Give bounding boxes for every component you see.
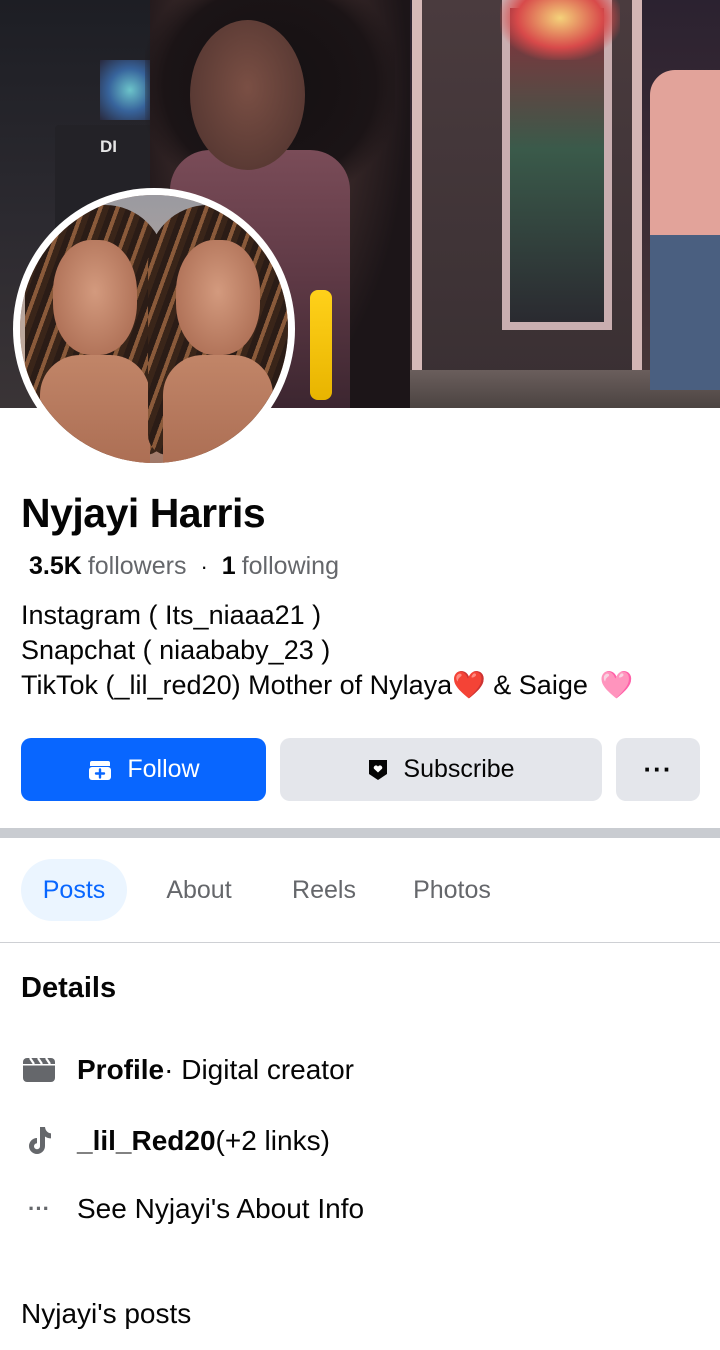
see-about-info-label[interactable]: See Nyjayi's About Info: [77, 1193, 364, 1225]
add-friend-icon: [87, 758, 113, 782]
posts-heading: Nyjayi's posts: [21, 1298, 192, 1329]
red-heart-emoji: ❤️: [452, 670, 486, 700]
more-dots-icon: ···: [643, 754, 673, 784]
tiktok-handle[interactable]: _lil_Red20: [77, 1125, 216, 1157]
following-count[interactable]: 1: [222, 552, 236, 581]
subscribe-button[interactable]: Subscribe: [280, 738, 602, 801]
tabs-divider: [0, 942, 720, 943]
subscribe-badge-icon: [367, 758, 389, 782]
follow-label: Follow: [127, 755, 200, 783]
details-heading: Details: [21, 972, 117, 1004]
pink-heart-emoji: 🩷: [599, 670, 634, 700]
detail-tiktok-link[interactable]: _lil_Red20 (+2 links): [21, 1123, 330, 1159]
profile-avatar[interactable]: [13, 188, 295, 470]
following-label[interactable]: following: [242, 552, 339, 581]
follow-stats: 3.5K followers · 1 following: [29, 552, 339, 581]
bio-line-snapchat: Snapchat ( niaababy_23 ): [21, 635, 331, 665]
profile-bio: Instagram ( Its_niaaa21 ) Snapchat ( nia…: [21, 598, 633, 703]
tab-reels[interactable]: Reels: [278, 859, 370, 921]
more-dots-icon: ···: [28, 1196, 50, 1221]
tab-posts[interactable]: Posts: [21, 859, 127, 921]
tiktok-more-links[interactable]: (+2 links): [216, 1125, 330, 1157]
followers-count[interactable]: 3.5K: [29, 552, 82, 581]
bio-line-instagram: Instagram ( Its_niaaa21 ): [21, 600, 322, 630]
subscribe-label: Subscribe: [403, 755, 515, 783]
detail-profile-category-text: · Digital creator: [164, 1054, 354, 1085]
clapperboard-icon: [21, 1052, 57, 1088]
followers-label[interactable]: followers: [88, 552, 187, 581]
tiktok-icon: [21, 1123, 57, 1159]
tab-photos[interactable]: Photos: [398, 859, 506, 921]
see-about-info-link[interactable]: ··· See Nyjayi's About Info: [21, 1191, 364, 1227]
detail-profile-label: Profile: [77, 1054, 165, 1085]
follow-button[interactable]: Follow: [21, 738, 266, 801]
bio-line-tiktok: TikTok (_lil_red20) Mother of Nylaya❤️ &…: [21, 670, 634, 700]
tab-about[interactable]: About: [148, 859, 250, 921]
profile-name: Nyjayi Harris: [21, 490, 266, 536]
detail-profile-category: Profile · Digital creator: [21, 1052, 354, 1088]
section-divider: [0, 828, 720, 838]
more-options-button[interactable]: ···: [616, 738, 700, 801]
cover-sign: DI: [100, 137, 117, 156]
stats-separator: ·: [200, 553, 208, 579]
